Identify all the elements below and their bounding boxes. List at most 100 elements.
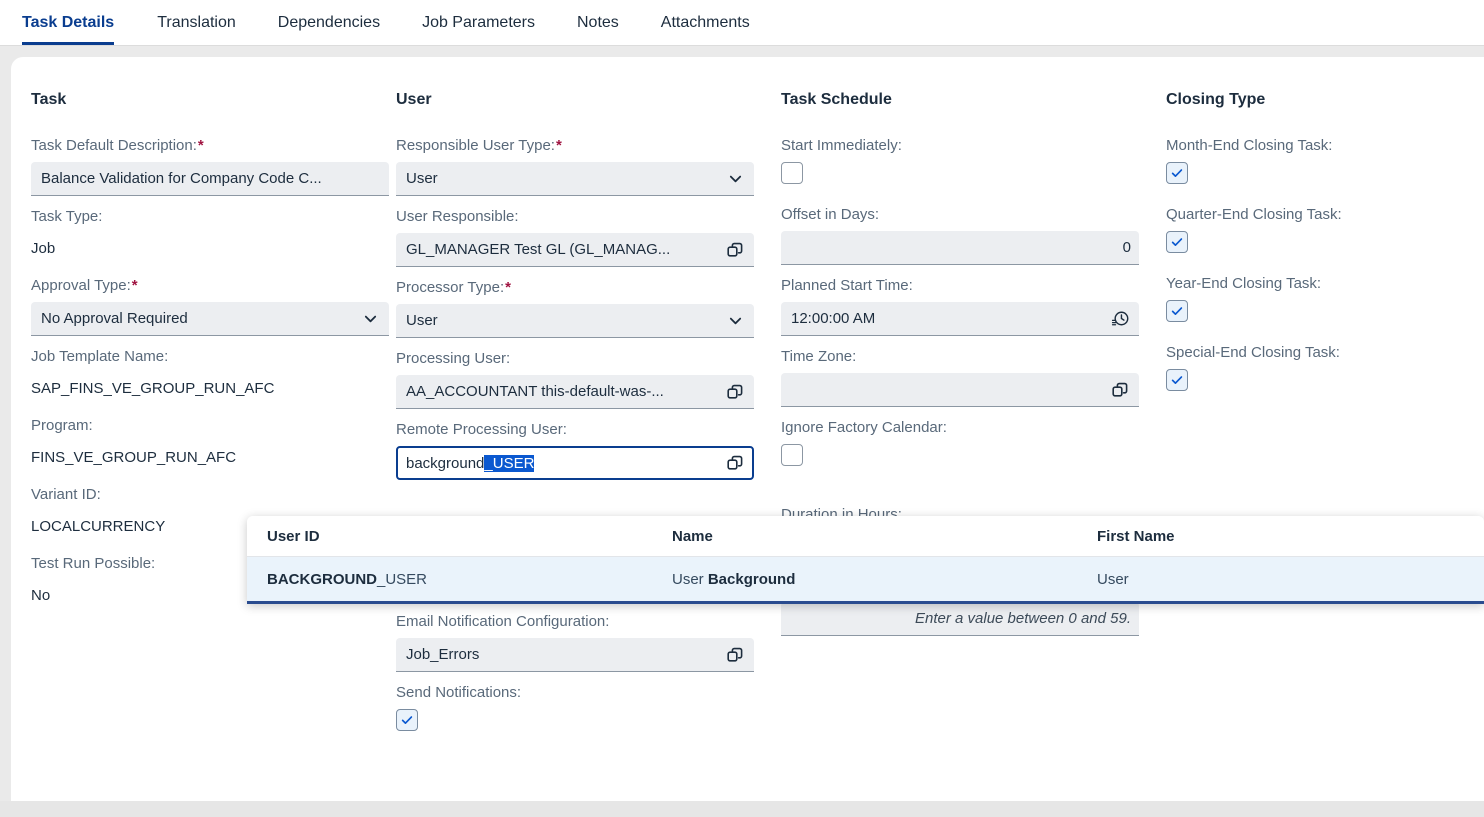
tab-label: Job Parameters bbox=[422, 13, 535, 31]
tab-label: Translation bbox=[157, 13, 236, 31]
input-email-notification-configuration[interactable]: Job_Errors bbox=[396, 638, 754, 672]
tab-dependencies[interactable]: Dependencies bbox=[257, 0, 401, 45]
checkbox-ignore-factory-calendar[interactable] bbox=[781, 444, 803, 466]
chevron-down-icon[interactable] bbox=[724, 310, 746, 332]
field-processor-type: Processor Type:* User bbox=[396, 279, 781, 338]
column-task-schedule: Task Schedule Start Immediately: Offset … bbox=[781, 91, 1166, 743]
input-user-responsible[interactable]: GL_MANAGER Test GL (GL_MANAG... bbox=[396, 233, 754, 267]
label-start-immediately: Start Immediately: bbox=[781, 137, 902, 154]
column-title-closing-type: Closing Type bbox=[1166, 91, 1266, 108]
input-processing-user[interactable]: AA_ACCOUNTANT this-default-was-... bbox=[396, 375, 754, 409]
field-job-template-name: Job Template Name: SAP_FINS_VE_GROUP_RUN… bbox=[31, 348, 396, 405]
input-duration-in-minutes[interactable]: Enter a value between 0 and 59. bbox=[781, 602, 1139, 636]
tab-attachments[interactable]: Attachments bbox=[640, 0, 771, 45]
input-value: 0 bbox=[1122, 239, 1131, 256]
select-value: No Approval Required bbox=[41, 310, 188, 327]
label-program: Program: bbox=[31, 417, 93, 434]
suggestion-cell-name: User Background bbox=[672, 571, 1097, 588]
label-send-notifications: Send Notifications: bbox=[396, 684, 522, 701]
checkbox-special-end-closing-task[interactable] bbox=[1166, 369, 1188, 391]
match-text: BACKGROUND bbox=[267, 570, 377, 588]
tab-task-details[interactable]: Task Details bbox=[22, 0, 136, 45]
label-responsible-user-type: Responsible User Type:* bbox=[396, 137, 562, 154]
suggestion-header-row: User ID Name First Name bbox=[247, 516, 1484, 557]
checkbox-send-notifications[interactable] bbox=[396, 709, 418, 731]
label-user-responsible: User Responsible: bbox=[396, 208, 519, 225]
input-planned-start-time[interactable]: 12:00:00 AM bbox=[781, 302, 1139, 336]
field-start-immediately: Start Immediately: bbox=[781, 137, 1166, 184]
field-task-type: Task Type: Job bbox=[31, 208, 396, 265]
checkbox-quarter-end-closing-task[interactable] bbox=[1166, 231, 1188, 253]
value-help-icon[interactable] bbox=[724, 239, 746, 261]
label-month-end-closing-task: Month-End Closing Task: bbox=[1166, 137, 1333, 154]
horizontal-scrollbar[interactable] bbox=[0, 801, 1484, 817]
form-columns: Task Task Default Description:* Balance … bbox=[11, 57, 1484, 743]
value-job-template-name: SAP_FINS_VE_GROUP_RUN_AFC bbox=[31, 380, 275, 397]
select-processor-type[interactable]: User bbox=[396, 304, 754, 338]
label-year-end-closing-task: Year-End Closing Task: bbox=[1166, 275, 1322, 292]
value-help-icon[interactable] bbox=[724, 452, 746, 474]
field-planned-start-time: Planned Start Time: 12:00:00 AM bbox=[781, 277, 1166, 336]
value-help-icon[interactable] bbox=[724, 381, 746, 403]
required-marker: * bbox=[505, 279, 511, 296]
tab-label: Dependencies bbox=[277, 13, 381, 31]
tab-job-parameters[interactable]: Job Parameters bbox=[401, 0, 556, 45]
field-responsible-user-type: Responsible User Type:* User bbox=[396, 137, 781, 196]
field-offset-in-days: Offset in Days: 0 bbox=[781, 206, 1166, 265]
tab-label: Attachments bbox=[660, 13, 750, 31]
chevron-down-icon[interactable] bbox=[359, 308, 381, 330]
chevron-down-icon[interactable] bbox=[724, 168, 746, 190]
tab-translation[interactable]: Translation bbox=[136, 0, 257, 45]
label-planned-start-time: Planned Start Time: bbox=[781, 277, 913, 294]
rest-text: _USER bbox=[377, 570, 428, 588]
value-program: FINS_VE_GROUP_RUN_AFC bbox=[31, 449, 237, 466]
label-task-type: Task Type: bbox=[31, 208, 103, 225]
label-time-zone: Time Zone: bbox=[781, 348, 857, 365]
select-responsible-user-type[interactable]: User bbox=[396, 162, 754, 196]
input-remote-processing-user[interactable]: background_USER bbox=[396, 446, 754, 480]
column-task: Task Task Default Description:* Balance … bbox=[11, 91, 396, 743]
page-body: Task Task Default Description:* Balance … bbox=[0, 46, 1484, 817]
input-value: Job_Errors bbox=[406, 646, 480, 663]
check-icon bbox=[1171, 238, 1183, 246]
field-month-end-closing-task: Month-End Closing Task: bbox=[1166, 137, 1466, 184]
value-help-icon[interactable] bbox=[1109, 379, 1131, 401]
suggestion-cell-first-name: User bbox=[1097, 570, 1129, 588]
value-help-icon[interactable] bbox=[724, 644, 746, 666]
select-approval-type[interactable]: No Approval Required bbox=[31, 302, 389, 336]
check-icon bbox=[1171, 169, 1183, 177]
tab-notes[interactable]: Notes bbox=[556, 0, 640, 45]
input-time-zone[interactable] bbox=[781, 373, 1139, 407]
select-value: User bbox=[406, 170, 438, 187]
check-icon bbox=[401, 716, 413, 724]
required-marker: * bbox=[555, 137, 562, 154]
label-quarter-end-closing-task: Quarter-End Closing Task: bbox=[1166, 206, 1342, 223]
checkbox-month-end-closing-task[interactable] bbox=[1166, 162, 1188, 184]
field-time-zone: Time Zone: bbox=[781, 348, 1166, 407]
input-task-default-description[interactable]: Balance Validation for Company Code C... bbox=[31, 162, 389, 196]
tab-label: Task Details bbox=[22, 13, 115, 31]
input-value: GL_MANAGER Test GL (GL_MANAG... bbox=[406, 241, 671, 258]
field-ignore-factory-calendar: Ignore Factory Calendar: bbox=[781, 419, 1166, 466]
label-email-notification-configuration: Email Notification Configuration: bbox=[396, 613, 610, 630]
typed-text: background bbox=[406, 454, 485, 472]
column-title-user: User bbox=[396, 91, 432, 108]
checkbox-start-immediately[interactable] bbox=[781, 162, 803, 184]
input-offset-in-days[interactable]: 0 bbox=[781, 231, 1139, 265]
check-icon bbox=[1171, 307, 1183, 315]
checkbox-year-end-closing-task[interactable] bbox=[1166, 300, 1188, 322]
suggestion-row[interactable]: BACKGROUND_USER User Background User bbox=[247, 557, 1484, 601]
field-processing-user: Processing User: AA_ACCOUNTANT this-defa… bbox=[396, 350, 781, 409]
input-value: AA_ACCOUNTANT this-default-was-... bbox=[406, 383, 664, 400]
select-value: User bbox=[406, 312, 438, 329]
input-placeholder: Enter a value between 0 and 59. bbox=[915, 610, 1131, 627]
field-task-default-description: Task Default Description:* Balance Valid… bbox=[31, 137, 396, 196]
input-value: background_USER bbox=[406, 454, 724, 472]
suggestion-cell-user-id: BACKGROUND_USER bbox=[247, 571, 672, 588]
match-text: Background bbox=[707, 570, 796, 588]
tab-bar: Task Details Translation Dependencies Jo… bbox=[0, 0, 1484, 46]
suggestion-header-first-name: First Name bbox=[1097, 527, 1175, 545]
label-task-default-description: Task Default Description:* bbox=[31, 137, 204, 154]
field-quarter-end-closing-task: Quarter-End Closing Task: bbox=[1166, 206, 1466, 253]
clock-icon[interactable] bbox=[1109, 308, 1131, 330]
